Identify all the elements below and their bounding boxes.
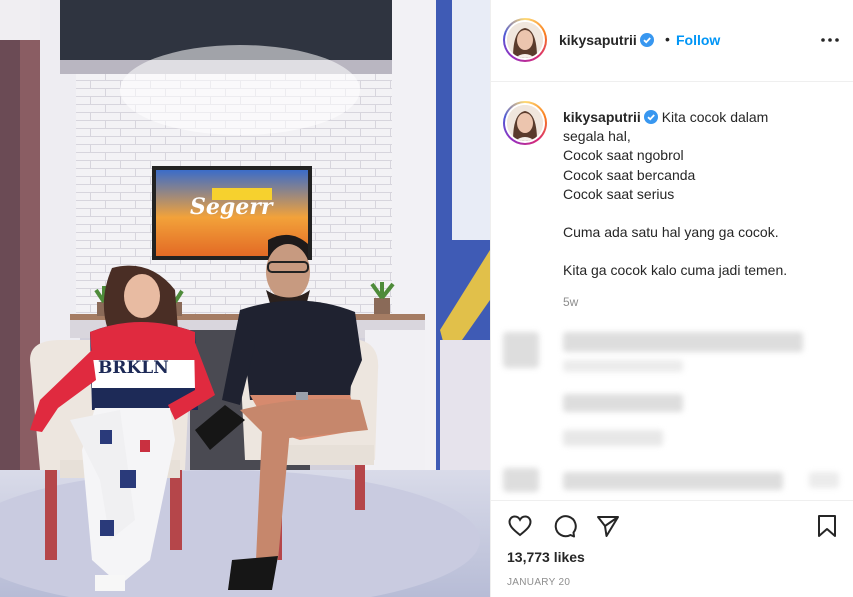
blurred-comment [563, 472, 783, 490]
verified-badge-icon [639, 33, 654, 47]
blurred-comment [809, 472, 839, 488]
caption-line: Kita ga cocok kalo cuma jadi temen. [563, 262, 788, 279]
post-header: kikysaputrii • Follow [491, 0, 853, 82]
blurred-avatar [503, 332, 539, 368]
caption-line: Cocok saat serius [563, 185, 675, 202]
header-username[interactable]: kikysaputrii [559, 32, 637, 48]
blurred-comment [563, 430, 663, 446]
tv-text: Segerr [190, 194, 274, 220]
heart-icon[interactable] [507, 513, 533, 539]
avatar-image [507, 105, 543, 141]
caption-username[interactable]: kikysaputrii [563, 109, 641, 125]
blurred-comments [491, 320, 853, 500]
separator-dot: • [665, 31, 670, 47]
post-caption: kikysaputrii Kita cocok dalam segala hal… [563, 108, 833, 280]
post-photo[interactable]: Segerr BRKLN [0, 0, 490, 597]
verified-badge-icon [643, 110, 658, 124]
likes-count[interactable]: 13,773 likes [507, 549, 585, 565]
caption-text: Kita cocok dalam [661, 109, 769, 125]
follow-button[interactable]: Follow [676, 32, 720, 48]
blurred-comment [563, 332, 803, 352]
post-image: Segerr BRKLN [0, 0, 490, 597]
post-details-panel: kikysaputrii • Follow kikysaputrii Kita … [490, 0, 853, 597]
share-icon[interactable] [595, 513, 621, 539]
more-options-icon[interactable] [820, 33, 840, 47]
header-avatar[interactable] [503, 18, 547, 62]
caption-avatar[interactable] [503, 101, 547, 145]
comment-icon[interactable] [551, 513, 577, 539]
caption-line: Cocok saat ngobrol [563, 147, 684, 164]
post-actions: 13,773 likes JANUARY 20 [491, 500, 853, 597]
post-date: JANUARY 20 [507, 577, 571, 588]
caption-line: Cocok saat bercanda [563, 166, 696, 183]
bookmark-icon[interactable] [814, 513, 840, 539]
caption-line: Cuma ada satu hal yang ga cocok. [563, 224, 779, 241]
shirt-text: BRKLN [98, 358, 169, 378]
avatar-image [507, 22, 543, 58]
blurred-comment [563, 360, 683, 372]
caption-line: segala hal, [563, 128, 631, 145]
blurred-avatar [503, 468, 539, 492]
post-time-ago[interactable]: 5w [563, 295, 578, 309]
blurred-comment [563, 394, 683, 412]
